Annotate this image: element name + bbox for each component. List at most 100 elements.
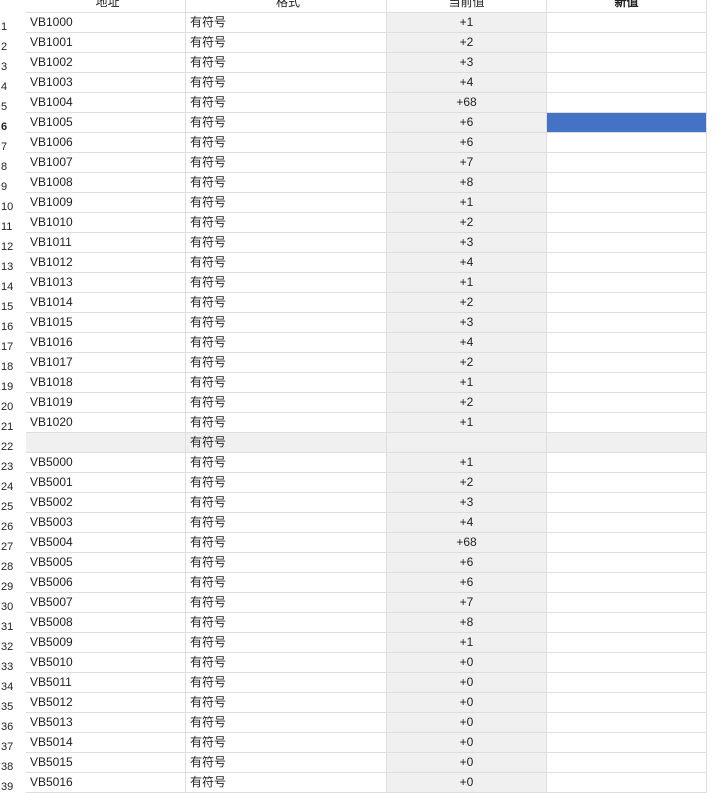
new-value-cell[interactable] xyxy=(547,593,707,613)
address-cell[interactable]: VB5003 xyxy=(26,513,186,533)
format-cell[interactable]: 有符号 xyxy=(186,93,387,113)
address-cell[interactable]: VB5016 xyxy=(26,773,186,793)
format-cell[interactable]: 有符号 xyxy=(186,413,387,433)
table-row[interactable]: 10 VB1009 有符号 +1 xyxy=(0,193,716,213)
format-cell[interactable]: 有符号 xyxy=(186,253,387,273)
table-row[interactable]: 17 VB1016 有符号 +4 xyxy=(0,333,716,353)
new-value-cell[interactable] xyxy=(547,493,707,513)
address-cell[interactable]: VB1018 xyxy=(26,373,186,393)
format-cell[interactable]: 有符号 xyxy=(186,313,387,333)
address-cell[interactable]: VB1002 xyxy=(26,53,186,73)
table-row[interactable]: 6 VB1005 有符号 +6 xyxy=(0,113,716,133)
format-cell[interactable]: 有符号 xyxy=(186,13,387,33)
format-cell[interactable]: 有符号 xyxy=(186,233,387,253)
new-value-cell[interactable] xyxy=(547,133,707,153)
table-row[interactable]: 3 VB1002 有符号 +3 xyxy=(0,53,716,73)
format-cell[interactable]: 有符号 xyxy=(186,133,387,153)
address-cell[interactable]: VB5002 xyxy=(26,493,186,513)
address-cell[interactable]: VB1005 xyxy=(26,113,186,133)
new-value-cell[interactable] xyxy=(547,613,707,633)
table-row[interactable]: 2 VB1001 有符号 +2 xyxy=(0,33,716,53)
format-cell[interactable]: 有符号 xyxy=(186,753,387,773)
new-value-cell[interactable] xyxy=(547,193,707,213)
address-cell[interactable]: VB1001 xyxy=(26,33,186,53)
column-header-new-value[interactable]: 新值 xyxy=(547,0,707,13)
format-cell[interactable]: 有符号 xyxy=(186,433,387,453)
new-value-cell[interactable] xyxy=(547,653,707,673)
address-cell[interactable]: VB5015 xyxy=(26,753,186,773)
address-cell[interactable]: VB5009 xyxy=(26,633,186,653)
address-cell[interactable]: VB1012 xyxy=(26,253,186,273)
table-row[interactable]: 39 VB5016 有符号 +0 xyxy=(0,773,716,793)
new-value-cell[interactable] xyxy=(547,433,707,453)
new-value-cell[interactable] xyxy=(547,233,707,253)
address-cell[interactable]: VB1013 xyxy=(26,273,186,293)
address-cell[interactable]: VB5011 xyxy=(26,673,186,693)
format-cell[interactable]: 有符号 xyxy=(186,373,387,393)
new-value-cell[interactable] xyxy=(547,413,707,433)
address-cell[interactable]: VB5006 xyxy=(26,573,186,593)
table-row[interactable]: 20 VB1019 有符号 +2 xyxy=(0,393,716,413)
format-cell[interactable]: 有符号 xyxy=(186,153,387,173)
address-cell[interactable]: VB5007 xyxy=(26,593,186,613)
table-row[interactable]: 5 VB1004 有符号 +68 xyxy=(0,93,716,113)
table-row[interactable]: 34 VB5011 有符号 +0 xyxy=(0,673,716,693)
new-value-cell[interactable] xyxy=(547,373,707,393)
format-cell[interactable]: 有符号 xyxy=(186,213,387,233)
new-value-cell[interactable] xyxy=(547,213,707,233)
format-cell[interactable]: 有符号 xyxy=(186,733,387,753)
new-value-cell[interactable] xyxy=(547,713,707,733)
format-cell[interactable]: 有符号 xyxy=(186,533,387,553)
table-row[interactable]: 4 VB1003 有符号 +4 xyxy=(0,73,716,93)
table-row[interactable]: 15 VB1014 有符号 +2 xyxy=(0,293,716,313)
address-cell[interactable] xyxy=(26,433,186,453)
address-cell[interactable]: VB1008 xyxy=(26,173,186,193)
format-cell[interactable]: 有符号 xyxy=(186,453,387,473)
table-row[interactable]: 29 VB5006 有符号 +6 xyxy=(0,573,716,593)
address-cell[interactable]: VB5013 xyxy=(26,713,186,733)
table-row[interactable]: 21 VB1020 有符号 +1 xyxy=(0,413,716,433)
table-row[interactable]: 8 VB1007 有符号 +7 xyxy=(0,153,716,173)
format-cell[interactable]: 有符号 xyxy=(186,593,387,613)
new-value-cell[interactable] xyxy=(547,273,707,293)
new-value-cell[interactable] xyxy=(547,633,707,653)
table-row[interactable]: 7 VB1006 有符号 +6 xyxy=(0,133,716,153)
new-value-cell[interactable] xyxy=(547,513,707,533)
format-cell[interactable]: 有符号 xyxy=(186,573,387,593)
new-value-cell[interactable] xyxy=(547,73,707,93)
new-value-cell[interactable] xyxy=(547,393,707,413)
new-value-cell[interactable] xyxy=(547,293,707,313)
table-row[interactable]: 26 VB5003 有符号 +4 xyxy=(0,513,716,533)
address-cell[interactable]: VB5012 xyxy=(26,693,186,713)
new-value-cell[interactable] xyxy=(547,533,707,553)
new-value-cell[interactable] xyxy=(547,113,707,133)
address-cell[interactable]: VB1004 xyxy=(26,93,186,113)
column-header-format[interactable]: 格式 xyxy=(186,0,387,13)
new-value-cell[interactable] xyxy=(547,53,707,73)
format-cell[interactable]: 有符号 xyxy=(186,393,387,413)
address-cell[interactable]: VB1020 xyxy=(26,413,186,433)
address-cell[interactable]: VB1003 xyxy=(26,73,186,93)
format-cell[interactable]: 有符号 xyxy=(186,333,387,353)
table-row[interactable]: 36 VB5013 有符号 +0 xyxy=(0,713,716,733)
address-cell[interactable]: VB1015 xyxy=(26,313,186,333)
new-value-cell[interactable] xyxy=(547,13,707,33)
address-cell[interactable]: VB1016 xyxy=(26,333,186,353)
new-value-cell[interactable] xyxy=(547,453,707,473)
format-cell[interactable]: 有符号 xyxy=(186,493,387,513)
format-cell[interactable]: 有符号 xyxy=(186,173,387,193)
address-cell[interactable]: VB1010 xyxy=(26,213,186,233)
table-row[interactable]: 11 VB1010 有符号 +2 xyxy=(0,213,716,233)
table-row[interactable]: 23 VB5000 有符号 +1 xyxy=(0,453,716,473)
new-value-cell[interactable] xyxy=(547,153,707,173)
table-row[interactable]: 1 VB1000 有符号 +1 xyxy=(0,13,716,33)
table-row[interactable]: 28 VB5005 有符号 +6 xyxy=(0,553,716,573)
format-cell[interactable]: 有符号 xyxy=(186,513,387,533)
format-cell[interactable]: 有符号 xyxy=(186,53,387,73)
format-cell[interactable]: 有符号 xyxy=(186,113,387,133)
new-value-cell[interactable] xyxy=(547,173,707,193)
new-value-cell[interactable] xyxy=(547,473,707,493)
address-cell[interactable]: VB1011 xyxy=(26,233,186,253)
format-cell[interactable]: 有符号 xyxy=(186,273,387,293)
new-value-cell[interactable] xyxy=(547,253,707,273)
